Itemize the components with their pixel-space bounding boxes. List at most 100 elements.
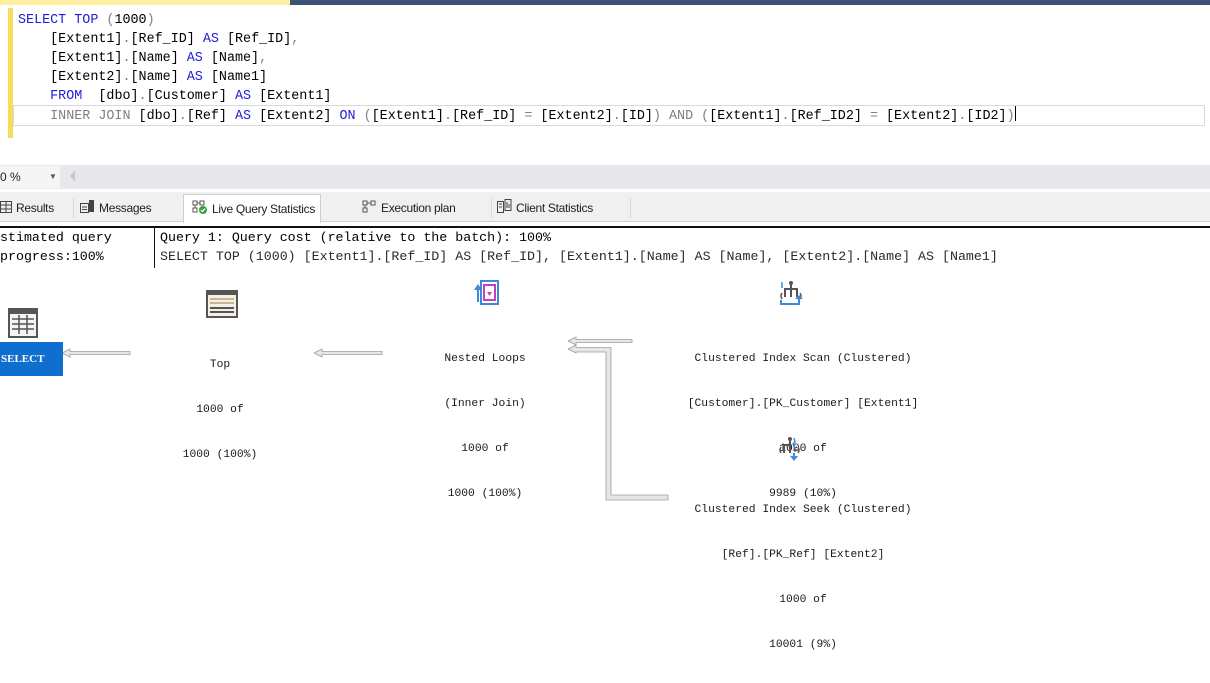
top-node-progress: 1000 (100%) <box>182 449 258 461</box>
sql-token: [ID2] <box>966 109 1007 124</box>
sql-line[interactable]: FROM [dbo].[Customer] AS [Extent1] <box>18 87 1204 106</box>
sql-token: . <box>122 51 131 66</box>
tab-separator <box>630 198 631 218</box>
select-node-label[interactable]: SELECT <box>0 342 63 376</box>
estimated-query-label: stimated query <box>0 230 112 245</box>
sql-keyword: ON <box>339 109 356 124</box>
live-stats-icon <box>192 196 208 224</box>
sql-token: ) <box>1006 109 1015 124</box>
arrow-nested-loops-to-top <box>314 348 384 358</box>
sql-code[interactable]: SELECT TOP (1000) [Extent1].[Ref_ID] AS … <box>13 11 1205 126</box>
sql-token: ( <box>355 109 372 124</box>
tab-live-query-statistics-label: Live Query Statistics <box>212 202 316 216</box>
clustered-index-seek-icon[interactable] <box>778 436 804 466</box>
sql-token: [Extent1] <box>371 109 444 124</box>
sql-token: [Extent1] <box>709 109 782 124</box>
sql-token: [Extent1] <box>18 51 123 66</box>
nested-loops-join-type: (Inner Join) <box>444 398 526 410</box>
tab-separator <box>491 198 492 218</box>
sql-token: INNER JOIN <box>18 109 139 124</box>
sql-line[interactable]: [Extent1].[Name] AS [Name], <box>18 49 1204 68</box>
sql-line[interactable]: [Extent2].[Name] AS [Name1] <box>18 68 1204 87</box>
chevron-down-icon: ▼ <box>49 172 57 181</box>
query-progress-value: progress:100% <box>0 249 104 264</box>
execution-plan-icon <box>362 197 377 221</box>
index-scan-object: [Customer].[PK_Customer] [Extent1] <box>687 398 919 410</box>
nested-loops-icon[interactable] <box>474 280 500 310</box>
sql-token: ) AND ( <box>652 109 710 124</box>
query-cost-cell: Query 1: Query cost (relative to the bat… <box>160 228 1210 268</box>
sql-token: [Customer] <box>146 89 235 104</box>
zoom-dropdown[interactable]: 0 % ▼ <box>0 166 60 188</box>
top-node-rows: 1000 of <box>196 404 244 416</box>
sql-token: ) <box>146 13 155 28</box>
scroll-left-arrow-icon[interactable] <box>70 170 75 182</box>
change-tracking-bar <box>8 8 13 138</box>
select-icon[interactable] <box>8 308 38 342</box>
sql-token: [Extent2] <box>532 109 613 124</box>
messages-icon <box>80 197 95 221</box>
text-caret <box>1014 106 1016 121</box>
tab-results-label: Results <box>16 201 54 215</box>
top-node[interactable]: Top 1000 of 1000 (100%) <box>150 328 290 493</box>
tab-execution-plan-label: Execution plan <box>381 201 456 215</box>
sql-token: [Extent2] <box>251 109 340 124</box>
sql-token: [dbo] <box>138 109 179 124</box>
sql-token: , <box>259 51 268 66</box>
nested-loops-name: Nested Loops <box>444 353 526 365</box>
sql-token: = <box>869 109 878 124</box>
sql-token: . <box>612 109 621 124</box>
nested-loops-rows: 1000 of <box>461 443 509 455</box>
editor-status-bar: 0 % ▼ <box>0 165 1210 189</box>
sql-token: [Ref_ID] <box>130 32 203 47</box>
sql-editor[interactable]: SELECT TOP (1000) [Extent1].[Ref_ID] AS … <box>0 5 1210 165</box>
grid-icon <box>0 197 12 221</box>
sql-line[interactable]: SELECT TOP (1000) <box>18 11 1204 30</box>
sql-token: . <box>781 109 790 124</box>
index-scan-name: Clustered Index Scan (Clustered) <box>694 353 912 365</box>
sql-keyword: AS <box>186 70 203 85</box>
sql-line[interactable]: [Extent1].[Ref_ID] AS [Ref_ID], <box>18 30 1204 49</box>
execution-plan-diagram[interactable]: SELECT Top 1000 of 1000 (100%) Nested Lo… <box>0 268 1210 651</box>
sql-keyword: AS <box>202 32 219 47</box>
sql-keyword: SELECT TOP <box>18 13 107 28</box>
sql-token: [ID] <box>620 109 653 124</box>
sql-token: [dbo] <box>82 89 139 104</box>
query-plan-header: stimated query progress:100% Query 1: Qu… <box>0 226 1210 270</box>
sql-token: [Ref_ID2] <box>789 109 870 124</box>
clustered-index-seek-node[interactable]: Clustered Index Seek (Clustered) [Ref].[… <box>648 473 958 683</box>
clustered-index-scan-icon[interactable] <box>778 280 804 310</box>
nested-loops-progress: 1000 (100%) <box>447 488 523 500</box>
query-cost-text: Query 1: Query cost (relative to the bat… <box>160 230 551 245</box>
nested-loops-node[interactable]: Nested Loops (Inner Join) 1000 of 1000 (… <box>405 322 565 532</box>
tab-client-statistics[interactable]: Client Statistics <box>497 196 593 221</box>
tab-messages[interactable]: Messages <box>80 196 152 221</box>
sql-token: [Extent1] <box>18 32 123 47</box>
index-seek-name: Clustered Index Seek (Clustered) <box>694 504 912 516</box>
index-seek-object: [Ref].[PK_Ref] [Extent2] <box>721 549 885 561</box>
sql-token: . <box>178 109 187 124</box>
zoom-value: 0 % <box>0 170 21 184</box>
top-node-name: Top <box>209 359 231 371</box>
sql-token: [Name] <box>130 70 187 85</box>
sql-keyword: AS <box>235 89 252 104</box>
sql-line[interactable]: INNER JOIN [dbo].[Ref] AS [Extent2] ON (… <box>13 105 1205 126</box>
sql-token: [Name] <box>202 51 260 66</box>
tab-live-query-statistics[interactable]: Live Query Statistics <box>183 194 322 224</box>
sql-token: . <box>122 70 131 85</box>
sql-token: , <box>291 32 300 47</box>
sql-token: [Name1] <box>202 70 268 85</box>
query-progress-cell: stimated query progress:100% <box>0 228 155 268</box>
arrow-top-to-select <box>62 348 132 358</box>
sql-token: 1000 <box>114 13 147 28</box>
tab-client-statistics-label: Client Statistics <box>516 201 593 215</box>
sql-token: [Extent1] <box>251 89 332 104</box>
sql-keyword: AS <box>186 51 203 66</box>
sql-token: . <box>443 109 453 124</box>
tab-messages-label: Messages <box>99 201 152 215</box>
top-operator-icon[interactable] <box>206 290 238 322</box>
sql-token: . <box>122 32 131 47</box>
client-statistics-icon <box>497 197 512 221</box>
tab-results[interactable]: Results <box>0 196 54 221</box>
tab-execution-plan[interactable]: Execution plan <box>362 196 456 221</box>
